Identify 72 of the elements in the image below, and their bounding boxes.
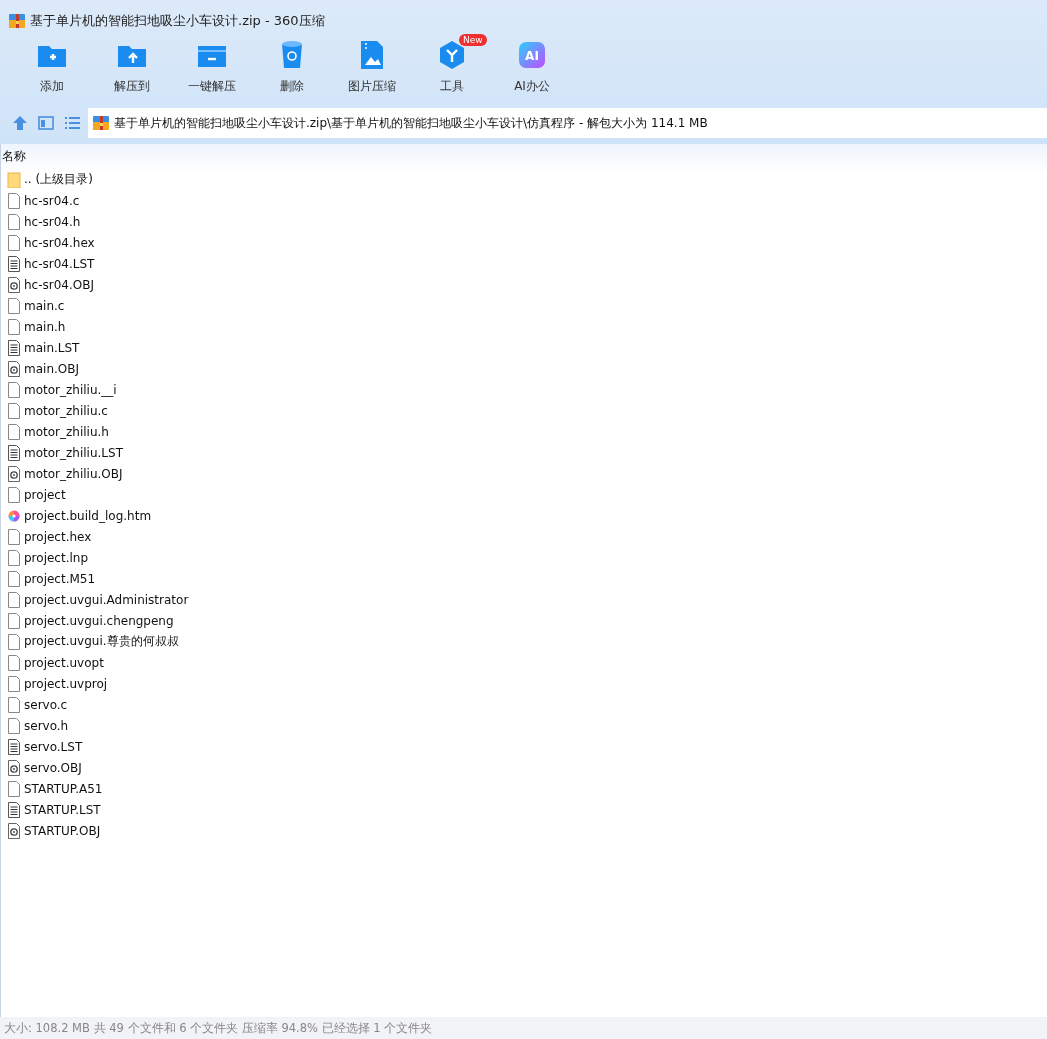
blank-file-icon: [7, 633, 21, 650]
toolbar-button[interactable]: 一键解压: [172, 38, 252, 102]
file-name[interactable]: project.lnp: [24, 550, 89, 565]
file-name[interactable]: STARTUP.OBJ: [24, 823, 101, 838]
file-name[interactable]: project.uvopt: [24, 655, 104, 670]
window-title: 基于单片机的智能扫地吸尘小车设计.zip - 360压缩: [30, 12, 325, 30]
file-name[interactable]: main.OBJ: [24, 361, 79, 376]
blank-file-icon: [7, 528, 21, 545]
file-name[interactable]: project: [24, 487, 66, 502]
file-name[interactable]: servo.LST: [24, 739, 83, 754]
file-name[interactable]: hc-sr04.OBJ: [24, 277, 95, 292]
file-name[interactable]: hc-sr04.LST: [24, 256, 95, 271]
address-field[interactable]: 基于单片机的智能扫地吸尘小车设计.zip\基于单片机的智能扫地吸尘小车设计\仿真程序 - 解包大小为 114.1 MB: [88, 108, 1047, 138]
blank-file-icon: [7, 780, 21, 797]
file-name[interactable]: main.LST: [24, 340, 80, 355]
new-badge: New: [459, 34, 487, 46]
blank-file-icon: [7, 549, 21, 566]
toolbar-button[interactable]: 解压到: [92, 38, 172, 102]
file-name[interactable]: project.uvproj: [24, 676, 108, 691]
file-name[interactable]: hc-sr04.hex: [24, 235, 95, 250]
file-name[interactable]: hc-sr04.h: [24, 214, 81, 229]
file-name[interactable]: project.uvgui.Administrator: [24, 592, 189, 607]
folder-icon: [7, 171, 21, 188]
file-name[interactable]: main.h: [24, 319, 66, 334]
text-file-icon: [7, 444, 21, 461]
window-view-icon[interactable]: [36, 113, 56, 133]
blank-file-icon: [7, 654, 21, 671]
status-text: 大小: 108.2 MB 共 49 个文件和 6 个文件夹 压缩率 94.8% 已经选择 1 个文件夹: [4, 1020, 433, 1036]
file-name[interactable]: project.build_log.htm: [24, 508, 152, 523]
toolbar-button[interactable]: 删除: [252, 38, 332, 102]
column-header[interactable]: 名称: [1, 144, 1047, 169]
blank-file-icon: [7, 318, 21, 335]
toolbar-button[interactable]: 添加: [12, 38, 92, 102]
blank-file-icon: [7, 717, 21, 734]
blank-file-icon: [7, 402, 21, 419]
blank-file-icon: [7, 423, 21, 440]
file-name[interactable]: project.uvgui.chengpeng: [24, 613, 174, 628]
file-name[interactable]: project.M51: [24, 571, 96, 586]
file-name[interactable]: project.hex: [24, 529, 92, 544]
blank-file-icon: [7, 696, 21, 713]
archive-icon: [8, 12, 26, 30]
file-name[interactable]: motor_zhiliu.c: [24, 403, 108, 418]
blank-file-icon: [7, 234, 21, 251]
blank-file-icon: [7, 213, 21, 230]
blank-file-icon: [7, 381, 21, 398]
file-name[interactable]: STARTUP.A51: [24, 781, 103, 796]
file-name[interactable]: servo.c: [24, 697, 68, 712]
blank-file-icon: [7, 486, 21, 503]
blank-file-icon: [7, 570, 21, 587]
file-name[interactable]: .. (上级目录): [24, 171, 93, 188]
blank-file-icon: [7, 192, 21, 209]
file-name[interactable]: motor_zhiliu.OBJ: [24, 466, 123, 481]
toolbar-button[interactable]: AI AI办公: [492, 38, 572, 102]
file-name[interactable]: STARTUP.LST: [24, 802, 101, 817]
text-file-icon: [7, 738, 21, 755]
blank-file-icon: [7, 591, 21, 608]
file-name[interactable]: motor_zhiliu.__i: [24, 382, 117, 397]
text-file-icon: [7, 255, 21, 272]
file-name[interactable]: motor_zhiliu.h: [24, 424, 109, 439]
file-name[interactable]: hc-sr04.c: [24, 193, 80, 208]
archive-icon: [92, 114, 110, 132]
file-name[interactable]: main.c: [24, 298, 65, 313]
text-file-icon: [7, 339, 21, 356]
blank-file-icon: [7, 297, 21, 314]
file-name[interactable]: servo.h: [24, 718, 69, 733]
blank-file-icon: [7, 612, 21, 629]
file-name[interactable]: motor_zhiliu.LST: [24, 445, 123, 460]
file-name[interactable]: servo.OBJ: [24, 760, 82, 775]
blank-file-icon: [7, 675, 21, 692]
text-file-icon: [7, 801, 21, 818]
file-name[interactable]: project.uvgui.尊贵的何叔叔: [24, 633, 179, 650]
toolbar-button[interactable]: 图片压缩: [332, 38, 412, 102]
